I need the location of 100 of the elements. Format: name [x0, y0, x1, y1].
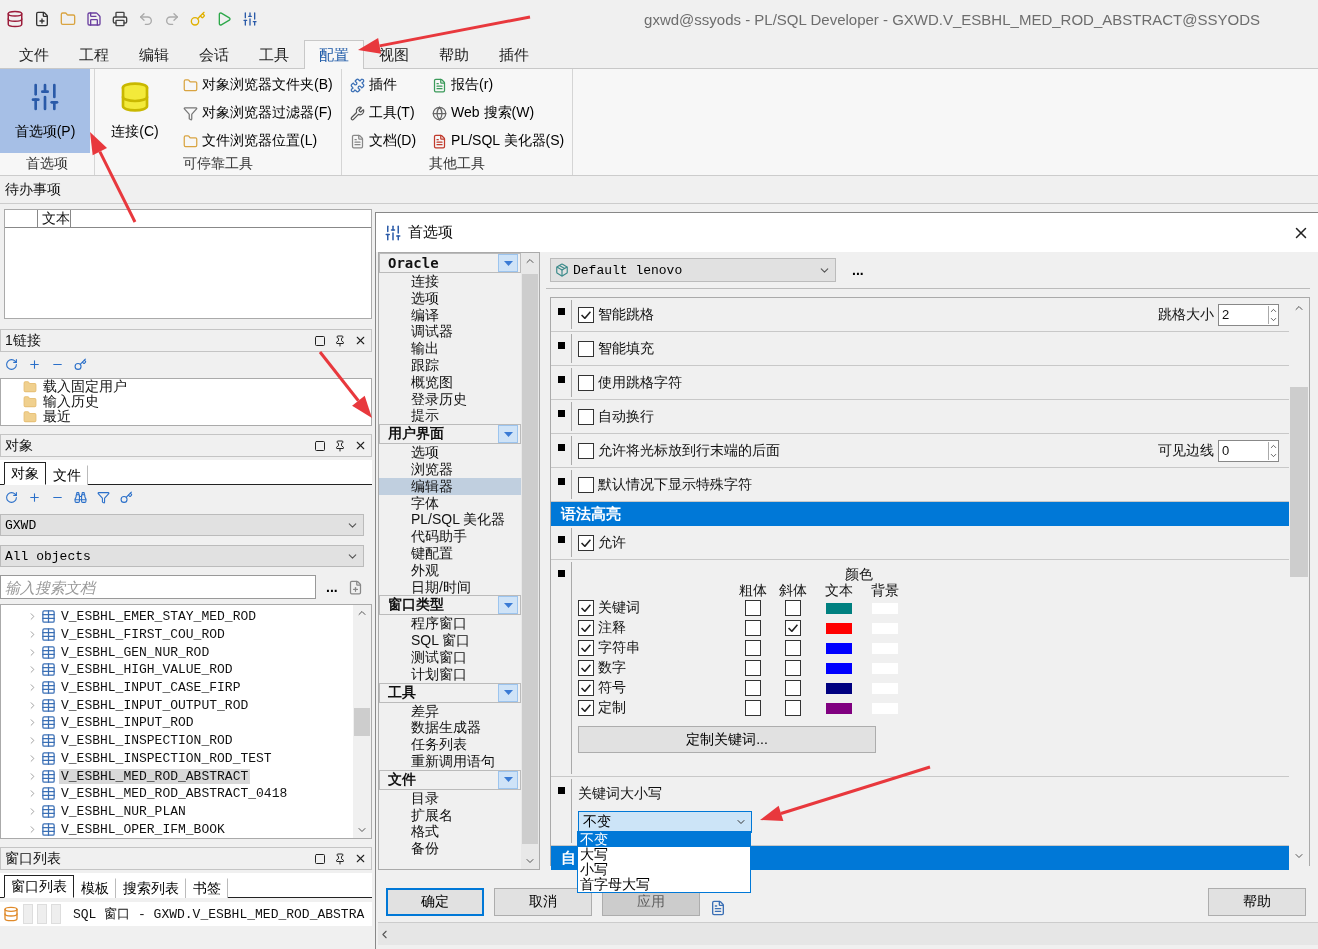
filter-icon[interactable] [97, 490, 110, 504]
checkbox[interactable] [578, 620, 594, 636]
category-item[interactable]: 字体 [379, 494, 521, 512]
pin-icon[interactable] [334, 852, 346, 865]
category-item[interactable]: 外观 [379, 561, 521, 579]
key-icon[interactable] [74, 357, 87, 371]
category-item[interactable]: 键配置 [379, 544, 521, 562]
checkbox[interactable] [578, 408, 594, 425]
category-item[interactable]: 调试器 [379, 323, 521, 341]
checkbox[interactable] [785, 640, 801, 656]
color-swatch[interactable] [826, 642, 852, 654]
dropdown[interactable]: Default lenovo [550, 258, 836, 282]
tree-item[interactable]: V_ESBHL_EMER_STAY_MED_ROD [59, 609, 259, 625]
dropdown-icon[interactable] [498, 770, 518, 789]
ribbon-button[interactable]: 文档(D) [345, 127, 421, 155]
category-item[interactable]: 编辑器 [379, 477, 521, 495]
tree-item[interactable]: V_ESBHL_INSPECTION_ROD_TEST [59, 750, 274, 766]
checkbox[interactable] [578, 374, 594, 391]
checkbox[interactable] [578, 340, 594, 357]
save-icon[interactable] [86, 11, 102, 27]
tree-item[interactable]: V_ESBHL_MED_ROD_ABSTRACT [59, 768, 251, 784]
tree-item[interactable]: V_ESBHL_MED_ROD_ABSTRACT_0418 [59, 786, 290, 802]
more-button[interactable]: ... [324, 579, 340, 595]
category-item[interactable]: 备份 [379, 840, 521, 857]
refresh-icon[interactable] [5, 490, 18, 504]
dialog-button[interactable]: 确定 [386, 888, 484, 916]
tree-item[interactable]: V_ESBHL_NUR_PLAN [59, 803, 188, 819]
key-icon[interactable] [120, 490, 133, 504]
tree-item[interactable]: 输入历史 [43, 394, 99, 409]
checkbox[interactable] [785, 700, 801, 716]
tree-item[interactable]: V_ESBHL_OPER_IFM_BOOK [59, 821, 227, 837]
checkbox[interactable] [578, 700, 594, 716]
tree-item[interactable]: V_ESBHL_FIRST_COU_ROD [59, 627, 227, 643]
category-header[interactable]: 文件 [379, 769, 521, 790]
ribbon-button[interactable]: 首选项(P) [0, 69, 90, 153]
more-button[interactable]: ... [850, 262, 866, 278]
new-icon[interactable] [34, 11, 50, 27]
refresh-icon[interactable] [5, 357, 18, 371]
checkbox[interactable] [745, 660, 761, 676]
expand-icon[interactable] [28, 357, 41, 371]
category-item[interactable]: 任务列表 [379, 736, 521, 753]
checkbox[interactable] [745, 640, 761, 656]
category-item[interactable]: 计划窗口 [379, 665, 521, 683]
checkbox[interactable] [745, 600, 761, 616]
category-item[interactable]: 目录 [379, 789, 521, 807]
dropdown[interactable]: All objects [0, 545, 364, 567]
custom-keywords-button[interactable]: 定制关键词... [578, 726, 876, 753]
dropdown-icon[interactable] [498, 683, 518, 702]
close-icon[interactable] [354, 439, 367, 452]
checkbox[interactable] [578, 680, 594, 696]
category-header[interactable]: 窗口类型 [379, 595, 521, 616]
ribbon-button[interactable]: 连接(C) [99, 69, 171, 153]
category-item[interactable]: 连接 [379, 273, 521, 290]
checkbox[interactable] [745, 680, 761, 696]
category-item[interactable]: 数据生成器 [379, 719, 521, 737]
ribbon-button[interactable]: Web 搜索(W) [428, 99, 569, 127]
menu-tab[interactable]: 配置 [304, 40, 364, 69]
tree-item[interactable]: V_ESBHL_INPUT_CASE_FIRP [59, 680, 243, 696]
checkbox[interactable] [785, 600, 801, 616]
menu-tab[interactable]: 会话 [184, 40, 244, 69]
category-item[interactable]: 跟踪 [379, 357, 521, 374]
menu-tab[interactable]: 帮助 [424, 40, 484, 69]
dropdown-icon[interactable] [498, 425, 518, 444]
scrollbar-thumb[interactable] [522, 274, 538, 844]
color-swatch[interactable] [826, 682, 852, 694]
close-icon[interactable] [354, 334, 367, 347]
tab[interactable]: 窗口列表 [4, 875, 74, 898]
sliders-icon[interactable] [242, 11, 258, 27]
menu-tab[interactable]: 编辑 [124, 40, 184, 69]
dropdown-icon[interactable] [498, 254, 518, 272]
menu-tab[interactable]: 文件 [4, 40, 64, 69]
tab[interactable]: 书签 [186, 878, 228, 898]
checkbox[interactable] [578, 640, 594, 656]
color-swatch[interactable] [826, 602, 852, 614]
scrollbar-thumb[interactable] [354, 707, 370, 736]
category-item[interactable]: 程序窗口 [379, 615, 521, 633]
checkbox[interactable] [578, 600, 594, 616]
checkbox[interactable] [578, 476, 594, 493]
ribbon-button[interactable]: PL/SQL 美化器(S) [428, 127, 569, 155]
color-swatch[interactable] [826, 622, 852, 634]
tree-item[interactable]: V_ESBHL_INPUT_OUTPUT_ROD [59, 697, 251, 713]
color-swatch[interactable] [826, 662, 852, 674]
category-item[interactable]: 代码助手 [379, 528, 521, 545]
category-item[interactable]: 日期/时间 [379, 578, 521, 596]
checkbox[interactable] [785, 660, 801, 676]
dropdown-icon[interactable] [498, 596, 518, 615]
search-field[interactable]: 输入搜索文档 [0, 575, 316, 599]
category-item[interactable]: 提示 [379, 407, 521, 425]
maximize-icon[interactable] [314, 852, 326, 865]
ribbon-button[interactable]: 对象浏览器过滤器(F) [179, 99, 337, 127]
tree-item[interactable]: 最近 [43, 409, 71, 424]
category-header[interactable]: Oracle [379, 253, 521, 273]
category-header[interactable]: 用户界面 [379, 424, 521, 445]
checkbox[interactable] [745, 620, 761, 636]
dropdown[interactable]: GXWD [0, 514, 364, 536]
maximize-icon[interactable] [314, 334, 326, 347]
category-item[interactable]: 格式 [379, 823, 521, 841]
checkbox[interactable] [578, 660, 594, 676]
spin-field[interactable]: 0 [1218, 439, 1279, 462]
print-icon[interactable] [112, 11, 128, 27]
